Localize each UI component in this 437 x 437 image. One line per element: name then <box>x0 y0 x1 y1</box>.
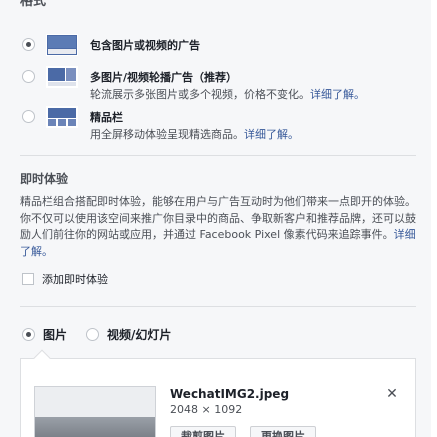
format-title-single: 包含图片或视频的广告 <box>90 39 200 52</box>
format-desc-carousel-text: 轮流展示多张图片或多个视频，价格不变化。 <box>90 88 310 101</box>
divider <box>20 155 416 156</box>
add-instant-experience-option[interactable]: 添加即时体验 <box>22 271 108 287</box>
close-icon[interactable]: ✕ <box>385 386 399 402</box>
format-option-collection[interactable] <box>22 110 35 123</box>
add-instant-experience-checkbox[interactable] <box>22 273 34 285</box>
instant-experience-title: 即时体验 <box>20 172 69 186</box>
format-option-carousel[interactable] <box>22 70 35 83</box>
format-radio-collection[interactable] <box>22 110 35 123</box>
format-title-collection: 精品栏 <box>90 111 123 124</box>
media-type-video-radio[interactable] <box>86 328 99 341</box>
crop-image-button[interactable]: 裁剪图片 <box>170 426 236 437</box>
media-type-video-label: 视频/幻灯片 <box>107 328 172 342</box>
file-name: WechatIMG2.jpeg <box>170 387 290 401</box>
image-preview-ground <box>35 417 155 437</box>
media-type-video[interactable]: 视频/幻灯片 <box>86 326 171 343</box>
media-type-image-radio[interactable] <box>22 328 35 341</box>
instant-experience-desc-text: 精品栏组合搭配即时体验，能够在用户与广告互动时为他们带来一点即开的体验。你不仅可… <box>20 195 416 241</box>
format-desc-collection-text: 用全屏移动体验呈现精选商品。 <box>90 128 244 141</box>
format-desc-collection: 用全屏移动体验呈现精选商品。详细了解。 <box>90 126 299 142</box>
file-dimensions: 2048 × 1092 <box>170 403 243 416</box>
scrollbar-track <box>431 0 437 437</box>
change-image-button[interactable]: 更换图片 <box>250 426 316 437</box>
section-header-cut: 格式 <box>20 0 47 9</box>
format-title-carousel: 多图片/视频轮播广告（推荐） <box>90 71 238 84</box>
add-instant-experience-label: 添加即时体验 <box>42 273 108 286</box>
format-desc-carousel: 轮流展示多张图片或多个视频，价格不变化。详细了解。 <box>90 86 365 102</box>
divider <box>20 306 416 307</box>
learn-more-link[interactable]: 详细了解。 <box>310 88 365 101</box>
single-media-thumbnail-icon <box>46 34 78 56</box>
media-type-image-label: 图片 <box>43 328 68 342</box>
collection-thumbnail-icon <box>46 106 78 128</box>
instant-experience-desc: 精品栏组合搭配即时体验，能够在用户与广告互动时为他们带来一点即开的体验。你不仅可… <box>20 194 420 260</box>
media-type-image[interactable]: 图片 <box>22 326 67 343</box>
carousel-thumbnail-icon <box>46 66 78 88</box>
image-preview <box>34 386 156 437</box>
format-option-single[interactable] <box>22 38 35 51</box>
learn-more-link[interactable]: 详细了解。 <box>244 128 299 141</box>
image-preview-sky <box>35 387 155 419</box>
format-radio-single[interactable] <box>22 38 35 51</box>
format-radio-carousel[interactable] <box>22 70 35 83</box>
ad-format-panel: 格式 包含图片或视频的广告 多图片/视频轮播广告（推荐） 轮流展示多张图片或多个… <box>0 0 437 437</box>
